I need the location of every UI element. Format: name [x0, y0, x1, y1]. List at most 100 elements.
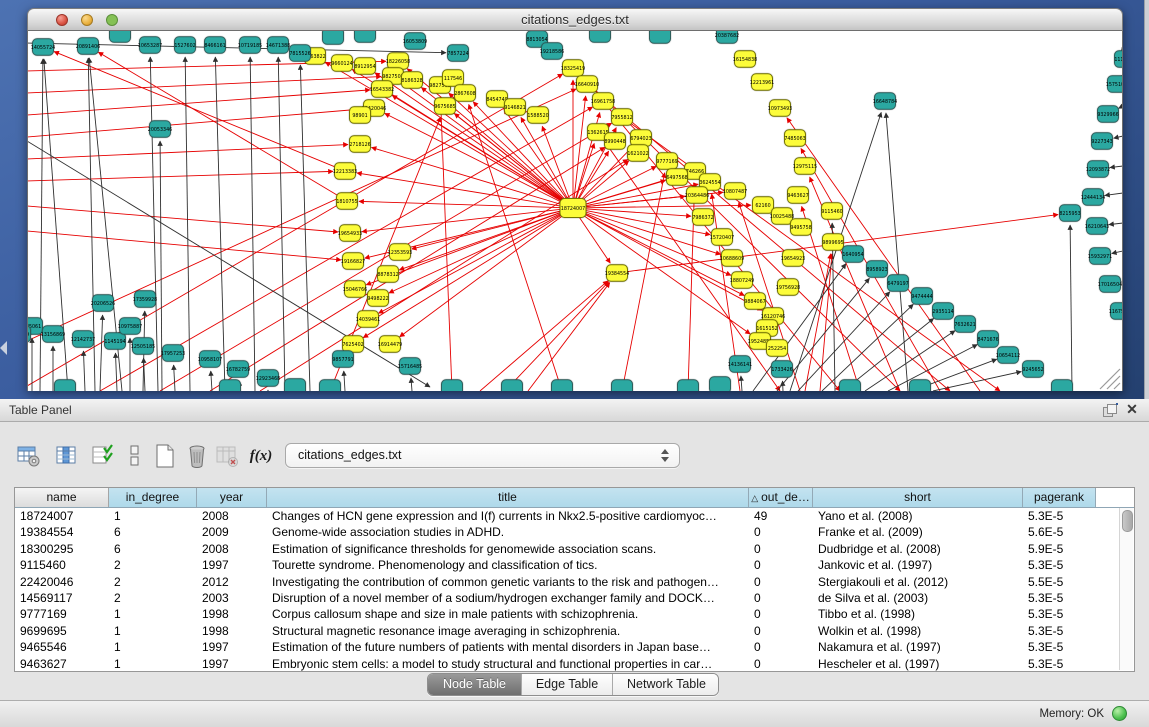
graph-node[interactable]: 19218586 [540, 43, 564, 60]
graph-edge[interactable] [1105, 193, 1122, 195]
graph-node[interactable]: 14055724 [31, 39, 55, 56]
graph-node[interactable]: 9329966 [1097, 106, 1118, 123]
graph-node[interactable]: 1588520 [527, 107, 548, 124]
graph-edge[interactable] [28, 145, 348, 159]
graph-edge[interactable] [1110, 166, 1122, 168]
graph-node[interactable]: 14671388 [266, 37, 290, 54]
graph-edge[interactable] [379, 213, 565, 314]
graph-node[interactable] [285, 379, 306, 391]
graph-node[interactable]: 16543382 [370, 81, 394, 98]
graph-edge[interactable] [28, 77, 381, 93]
graph-node[interactable]: 19756928 [776, 279, 800, 296]
graph-edge[interactable] [454, 113, 565, 201]
graph-node[interactable]: 6497568 [666, 169, 687, 186]
table-row[interactable]: 1938455462009Genome-wide association stu… [15, 524, 1134, 540]
graph-edge[interactable] [469, 104, 562, 391]
graph-node[interactable]: 19654933 [338, 225, 362, 242]
graph-edge[interactable] [822, 304, 913, 391]
graph-node[interactable]: 12213961 [750, 74, 774, 91]
graph-node[interactable]: 252254 [767, 340, 788, 357]
graph-node[interactable]: 15046766 [343, 281, 367, 298]
graph-node[interactable]: 10719185 [238, 37, 262, 54]
window-resize-grip-icon[interactable] [1100, 369, 1120, 389]
graph-node[interactable]: 9474444 [911, 288, 932, 305]
graph-node[interactable]: 7632621 [954, 316, 975, 333]
graph-node[interactable]: 15720407 [710, 229, 734, 246]
graph-node[interactable]: 18724007 [560, 199, 586, 218]
graph-node[interactable]: 2867608 [454, 85, 475, 102]
graph-node[interactable]: 13156869 [41, 326, 65, 343]
graph-edge[interactable] [741, 376, 742, 391]
graph-edge[interactable] [787, 118, 980, 391]
graph-edge[interactable] [411, 378, 412, 391]
tab-network-table[interactable]: Network Table [613, 674, 719, 695]
graph-node[interactable]: 1117304 [1114, 51, 1122, 68]
graph-edge[interactable] [805, 254, 831, 391]
graph-node[interactable]: 9498222 [367, 290, 388, 307]
graph-node[interactable]: 9245652 [1022, 361, 1043, 378]
graph-node[interactable]: 10654112 [996, 347, 1020, 364]
graph-node[interactable] [502, 380, 523, 391]
graph-edge[interactable] [278, 57, 285, 391]
graph-node[interactable]: 9463627 [787, 187, 808, 204]
graph-edge[interactable] [174, 365, 175, 391]
graph-node[interactable]: 10653287 [138, 37, 162, 54]
graph-node[interactable]: 7485063 [784, 130, 805, 147]
graph-edge[interactable] [412, 210, 564, 249]
graph-node[interactable]: 16210643 [1085, 218, 1109, 235]
graph-edge[interactable] [28, 171, 333, 181]
graph-node[interactable] [612, 380, 633, 391]
graph-node[interactable]: 12142737 [71, 331, 95, 348]
graph-edge[interactable] [344, 371, 345, 391]
table-settings-icon[interactable] [14, 441, 44, 471]
table-row[interactable]: 969969511998Structural magnetic resonanc… [15, 623, 1134, 639]
graph-node[interactable]: 15932971 [1088, 248, 1112, 265]
graph-node[interactable]: 18226058 [386, 53, 410, 70]
graph-node[interactable] [55, 380, 76, 391]
graph-edge[interactable] [100, 315, 103, 391]
graph-node[interactable]: 6479197 [887, 275, 908, 292]
graph-edge[interactable] [1119, 106, 1122, 108]
table-row[interactable]: 1830029562008Estimation of significance … [15, 541, 1134, 557]
column-header-out_de[interactable]: △out_de… [749, 488, 813, 507]
graph-node[interactable]: 8878312 [377, 266, 398, 283]
new-file-icon[interactable] [150, 441, 180, 471]
graph-node[interactable]: 10807487 [723, 183, 747, 200]
graph-node[interactable]: 14136141 [728, 356, 752, 373]
graph-node[interactable]: 1527602 [174, 37, 195, 54]
graph-edge[interactable] [528, 283, 610, 391]
graph-edge[interactable] [83, 351, 85, 391]
graph-node[interactable]: 18807249 [730, 272, 754, 289]
graph-node[interactable]: 20364486 [685, 187, 709, 204]
table-row[interactable]: 977716911998Corpus callosum shape and si… [15, 606, 1134, 622]
graph-node[interactable]: 9146821 [504, 99, 525, 116]
graph-node[interactable]: 15716485 [398, 358, 422, 375]
panel-collapse-notch[interactable] [0, 341, 7, 355]
graph-node[interactable]: 62160 [753, 197, 774, 214]
graph-node[interactable]: 18325419 [561, 60, 585, 77]
column-header-year[interactable]: year [197, 488, 267, 507]
graph-edge[interactable] [250, 57, 255, 391]
graph-node[interactable]: 7857224 [447, 45, 468, 62]
graph-node[interactable]: 117546 [443, 70, 464, 87]
graph-node[interactable]: 8471676 [977, 331, 998, 348]
graph-node[interactable] [840, 380, 861, 391]
graph-node[interactable]: 16640910 [575, 76, 599, 93]
scrollbar-thumb[interactable] [1122, 510, 1133, 532]
graph-node[interactable]: 10973493 [768, 100, 792, 117]
delete-table-disabled-icon[interactable] [212, 441, 242, 471]
table-row[interactable]: 946554611997Estimation of the future num… [15, 639, 1134, 655]
table-row[interactable]: 1456911722003Disruption of a novel membe… [15, 590, 1134, 606]
graph-edge[interactable] [115, 353, 117, 391]
graph-node[interactable]: 9884067 [744, 293, 765, 310]
table-selector-dropdown[interactable]: citations_edges.txt [285, 443, 680, 468]
graph-node[interactable] [320, 380, 341, 391]
graph-node[interactable]: 98901 [350, 107, 371, 124]
graph-edge[interactable] [1109, 223, 1122, 225]
graph-edge[interactable] [582, 166, 656, 203]
float-panel-icon[interactable] [1103, 403, 1118, 417]
graph-node[interactable]: 12353593 [388, 244, 412, 261]
graph-node[interactable]: 939159 [28, 326, 31, 343]
graph-edge[interactable] [440, 97, 452, 391]
graph-node[interactable]: 19654923 [781, 250, 805, 267]
